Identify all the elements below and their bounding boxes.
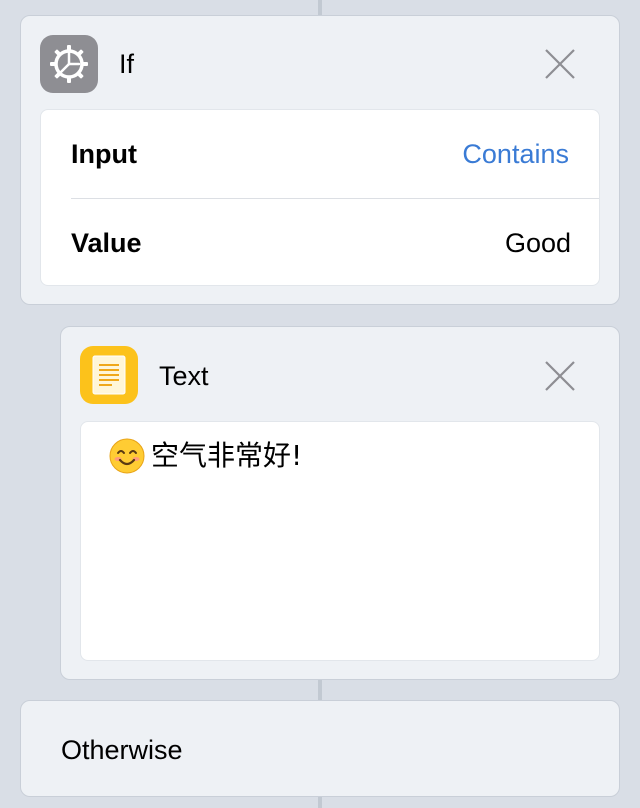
text-content-value: 空气非常好!: [151, 439, 303, 472]
close-icon: [545, 361, 575, 391]
if-parameters-panel: Input Contains Value Good: [40, 109, 600, 286]
smiling-face-icon: [109, 438, 145, 474]
remove-if-action-button[interactable]: [540, 44, 580, 84]
value-field[interactable]: Good: [505, 227, 571, 259]
text-content: 空气非常好!: [109, 438, 302, 474]
parameter-divider: [71, 198, 599, 199]
flow-connector-middle: [318, 680, 322, 702]
text-action-title: Text: [159, 361, 209, 391]
flow-connector-top: [318, 0, 322, 16]
text-input-area[interactable]: 空气非常好!: [80, 421, 600, 661]
remove-text-action-button[interactable]: [540, 356, 580, 396]
gear-icon: [40, 35, 98, 93]
document-icon: [80, 346, 138, 404]
flow-connector-bottom: [318, 796, 322, 808]
if-action-card[interactable]: If Input Contains Value Good: [20, 15, 620, 305]
input-parameter-label: Input: [71, 139, 137, 169]
otherwise-block[interactable]: Otherwise: [20, 700, 620, 797]
otherwise-label: Otherwise: [61, 735, 183, 765]
condition-selector[interactable]: Contains: [462, 138, 569, 170]
if-action-title: If: [119, 49, 135, 79]
text-action-card[interactable]: Text 空气非常好!: [60, 326, 620, 680]
value-parameter-label: Value: [71, 228, 142, 258]
close-icon: [545, 49, 575, 79]
